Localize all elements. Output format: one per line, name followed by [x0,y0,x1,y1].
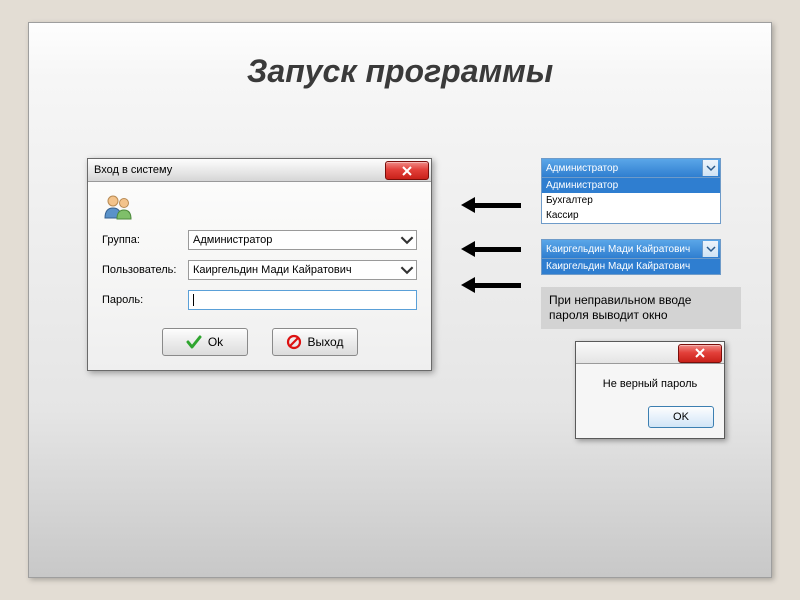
login-window: Вход в систему Группа: Администратор [87,158,432,371]
error-ok-button[interactable]: OK [648,406,714,428]
user-label: Пользователь: [102,264,188,276]
arrow-icon [461,241,521,257]
chevron-down-icon [702,241,718,257]
exit-button-label: Выход [308,335,344,349]
login-titlebar: Вход в систему [88,159,431,182]
button-row: Ok Выход [102,328,417,356]
close-icon [401,166,413,176]
arrow-icon [461,197,521,213]
dropdown-option[interactable]: Каиргельдин Мади Кайратович [542,259,720,274]
dropdown-option[interactable]: Бухгалтер [542,193,720,208]
check-icon [186,334,202,350]
group-dropdown-selected-label: Администратор [546,163,618,174]
group-combobox[interactable]: Администратор [188,230,417,250]
text-caret [193,294,194,306]
user-dropdown-expanded[interactable]: Каиргельдин Мади Кайратович Каиргельдин … [541,239,721,275]
user-dropdown-list: Каиргельдин Мади Кайратович [542,258,720,274]
group-dropdown-list: АдминистраторБухгалтерКассир [542,177,720,223]
chevron-down-icon [702,160,718,176]
group-dropdown-selected[interactable]: Администратор [542,159,720,177]
group-dropdown-expanded[interactable]: Администратор АдминистраторБухгалтерКасс… [541,158,721,224]
password-label: Пароль: [102,294,188,306]
chevron-down-icon [400,233,414,247]
forbid-icon [286,334,302,350]
users-icon [102,192,134,220]
close-icon [694,348,706,358]
dropdown-option[interactable]: Кассир [542,208,720,223]
login-body: Группа: Администратор Пользователь: Каир… [88,182,431,370]
arrow-icon [461,277,521,293]
error-body: Не верный пароль OK [576,364,724,438]
chevron-down-icon [400,263,414,277]
ok-button[interactable]: Ok [162,328,248,356]
exit-button[interactable]: Выход [272,328,358,356]
error-window: Не верный пароль OK [575,341,725,439]
slide-panel: Запуск программы Вход в систему Групп [28,22,772,578]
user-dropdown-selected[interactable]: Каиргельдин Мади Кайратович [542,240,720,258]
group-combobox-value: Администратор [193,234,272,246]
user-combobox[interactable]: Каиргельдин Мади Кайратович [188,260,417,280]
user-combobox-value: Каиргельдин Мади Кайратович [193,264,352,276]
error-ok-label: OK [673,411,689,423]
group-label: Группа: [102,234,188,246]
login-window-title: Вход в систему [94,164,172,176]
password-input[interactable] [188,290,417,310]
group-row: Группа: Администратор [102,230,417,250]
password-row: Пароль: [102,290,417,310]
user-dropdown-selected-label: Каиргельдин Мади Кайратович [546,244,690,255]
close-button[interactable] [678,344,722,363]
user-row: Пользователь: Каиргельдин Мади Кайратови… [102,260,417,280]
slide-title: Запуск программы [29,53,771,90]
error-message: Не верный пароль [586,378,714,390]
error-titlebar [576,342,724,364]
note-text: При неправильном вводе пароля выводит ок… [541,287,741,329]
dropdown-option[interactable]: Администратор [542,178,720,193]
ok-button-label: Ok [208,335,223,349]
close-button[interactable] [385,161,429,180]
